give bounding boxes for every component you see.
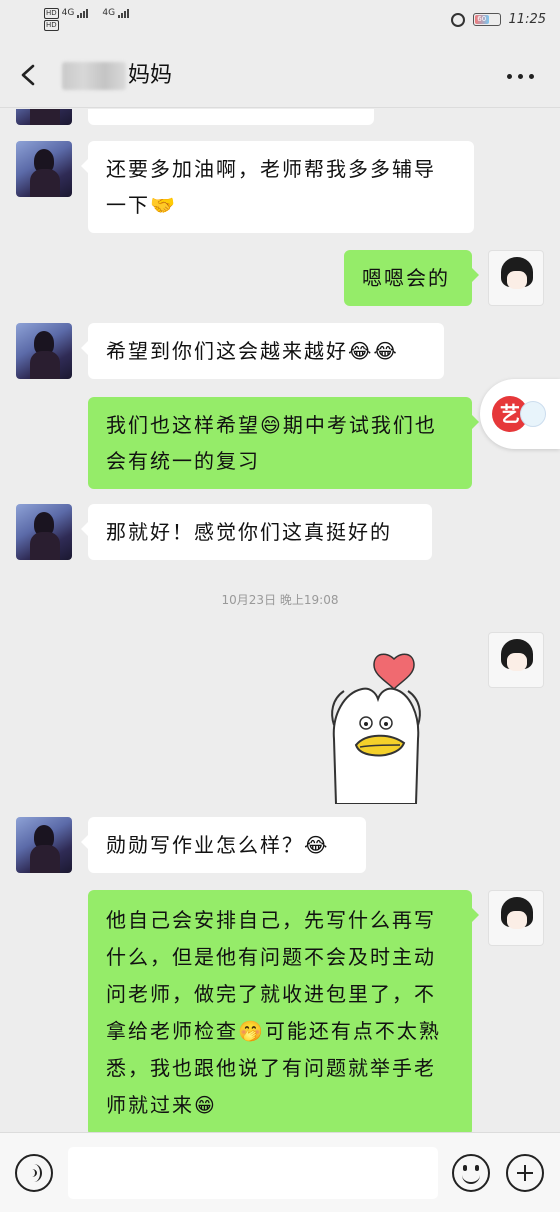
avatar-mom[interactable] xyxy=(16,817,72,873)
status-right: 60 11:25 xyxy=(450,12,546,27)
message-bubble-outgoing[interactable]: 他自己会安排自己，先写什么再写什么，但是他有问题不会及时主动问老师，做完了就收进… xyxy=(88,890,479,1132)
app-badge-icon xyxy=(520,401,546,427)
message-bubble-incoming[interactable]: 希望到你们这会越来越好😂😂 xyxy=(81,323,444,379)
signal-indicators: HD 4G 4G HD xyxy=(44,6,130,31)
chat-header: 妈妈 xyxy=(0,44,560,108)
message-timestamp: 10月23日 晚上19:08 xyxy=(221,593,339,607)
network-label: 4G xyxy=(61,8,75,18)
message-bubble-outgoing[interactable]: 我们也这样希望😄期中考试我们也会有统一的复习 xyxy=(88,397,479,489)
clock: 11:25 xyxy=(508,12,546,27)
avatar-mom[interactable] xyxy=(16,323,72,379)
network-label-2: 4G xyxy=(102,8,116,18)
voice-icon[interactable] xyxy=(15,1154,53,1192)
status-bar: HD 4G 4G HD 60 11:25 xyxy=(0,0,560,44)
more-dots-icon[interactable] xyxy=(507,74,534,79)
message-bubble-outgoing[interactable]: 嗯嗯会的 xyxy=(344,250,479,306)
message-list[interactable]: 还要多加油啊，老师帮我多多辅导一下🤝 嗯嗯会的 希望到你们这会越来越好😂😂 我们… xyxy=(0,109,560,1132)
message-bubble-incoming[interactable]: 勋勋写作业怎么样？😂 xyxy=(81,817,366,873)
avatar-self[interactable] xyxy=(488,632,544,688)
hd-badge-2: HD xyxy=(44,20,59,31)
input-bar xyxy=(0,1132,560,1212)
message-bubble-incoming[interactable]: 还要多加油啊，老师帮我多多辅导一下🤝 xyxy=(81,141,474,233)
emoji-icon[interactable] xyxy=(452,1154,490,1192)
duck-sticker-image[interactable] xyxy=(328,629,424,804)
message-bubble-partial xyxy=(88,109,374,125)
message-bubble-incoming[interactable]: 那就好！感觉你们这真挺好的 xyxy=(81,504,432,560)
signal-bars-2 xyxy=(118,8,130,18)
avatar-self[interactable] xyxy=(488,890,544,946)
plus-icon[interactable] xyxy=(506,1154,544,1192)
hd-badge-1: HD xyxy=(44,7,59,19)
avatar-self[interactable] xyxy=(488,250,544,306)
battery-icon: 60 xyxy=(472,13,501,26)
chevron-left-icon[interactable] xyxy=(18,64,40,86)
avatar-mom[interactable] xyxy=(16,504,72,560)
chat-title: 妈妈 xyxy=(128,63,173,88)
alarm-icon xyxy=(450,12,465,27)
avatar-mom[interactable] xyxy=(16,109,72,125)
signal-bars-1 xyxy=(77,8,89,18)
message-input[interactable] xyxy=(68,1147,438,1199)
blurred-name xyxy=(62,62,126,90)
avatar-mom[interactable] xyxy=(16,141,72,197)
floating-app-button[interactable]: 艺 xyxy=(480,379,560,449)
